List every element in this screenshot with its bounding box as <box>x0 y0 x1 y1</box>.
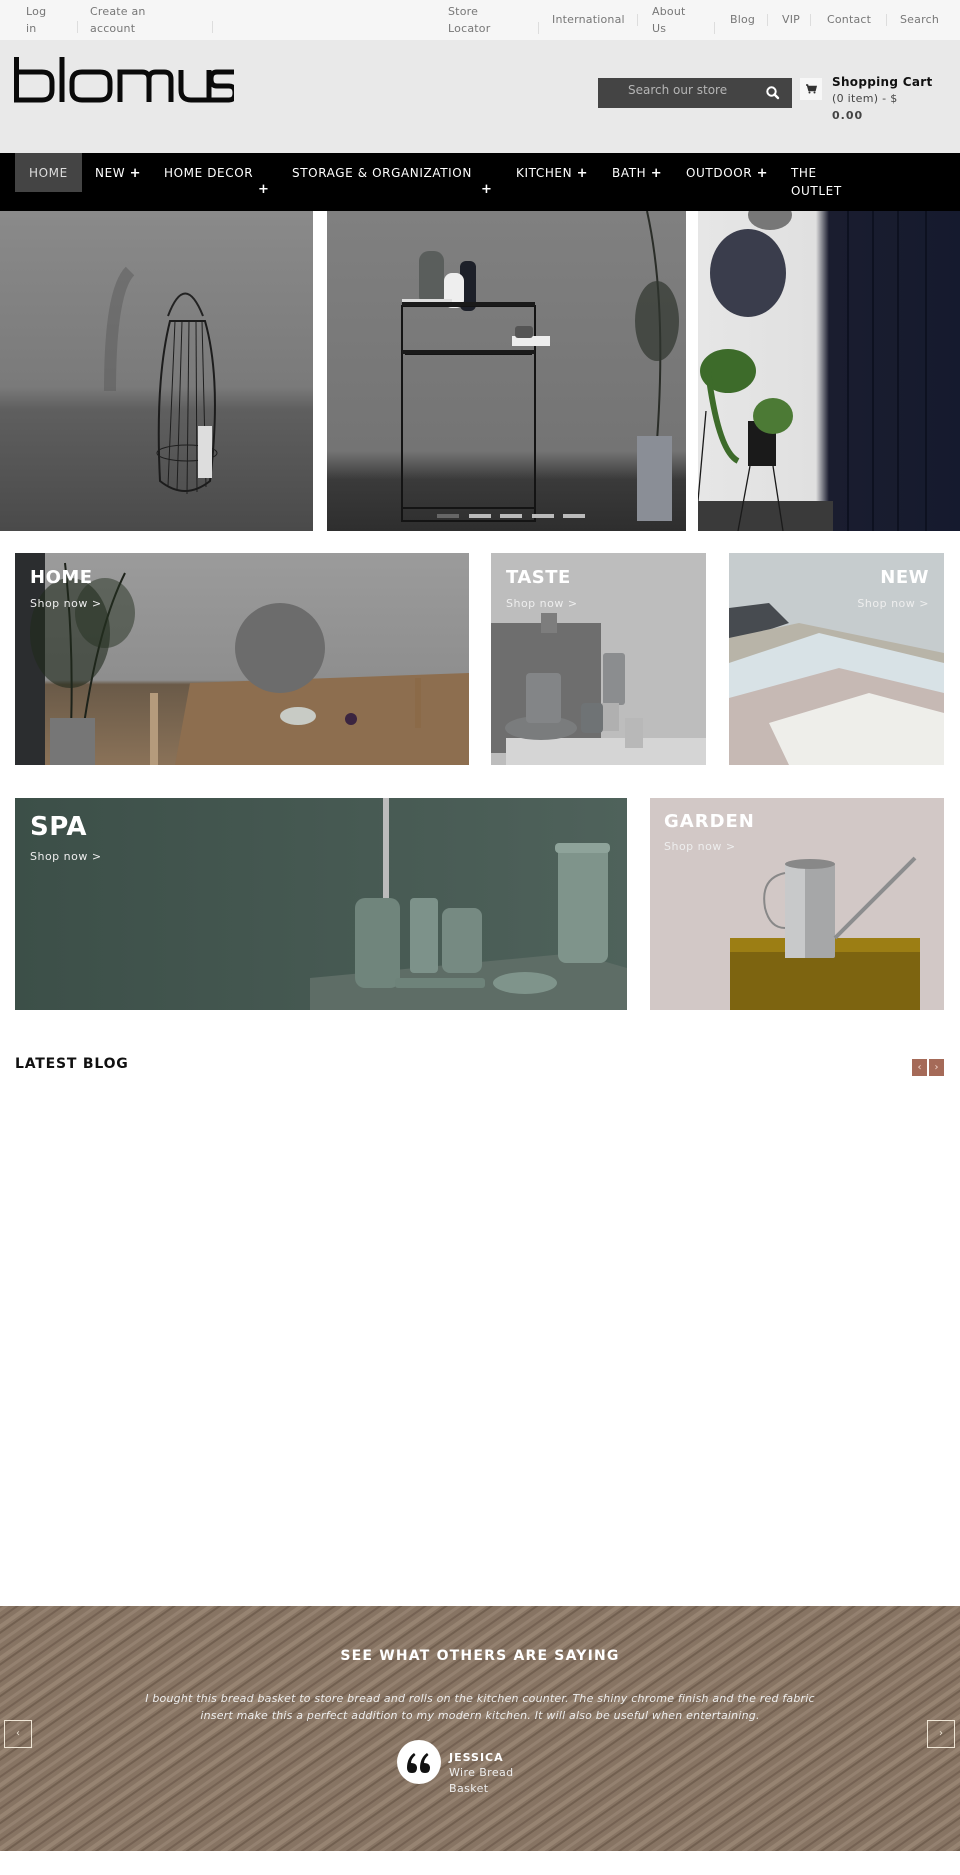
nav-label: BATH <box>612 166 647 180</box>
shop-now-link[interactable]: Shop now > <box>506 597 578 610</box>
divider <box>714 22 715 34</box>
create-account-link[interactable]: Create an account <box>90 3 170 37</box>
nav-label: THE <box>791 166 817 180</box>
avatar <box>397 1740 441 1784</box>
banner-title: GARDEN <box>664 811 755 832</box>
banner-home[interactable]: HOME Shop now > <box>15 553 469 765</box>
site-header: Shopping Cart (0 item) - $ 0.00 <box>0 40 960 153</box>
vip-link[interactable]: VIP <box>782 11 800 28</box>
wood-texture-background <box>0 1606 960 1851</box>
plant-illustration <box>698 211 927 531</box>
nav-item-home[interactable]: HOME <box>15 153 82 192</box>
nav-item-outdoor[interactable]: OUTDOOR + <box>686 164 768 183</box>
cart-count: (0 item) - $ <box>832 92 898 105</box>
nav-item-the-outlet[interactable]: THE OUTLET <box>791 164 842 200</box>
plus-icon[interactable]: + <box>481 182 492 197</box>
slider-dot-2[interactable] <box>469 514 491 518</box>
blog-prev-button[interactable]: ‹ <box>912 1059 927 1076</box>
login-link[interactable]: Log in <box>26 3 56 37</box>
nav-label: STORAGE & ORGANIZATION <box>292 166 472 180</box>
blog-next-button[interactable]: › <box>929 1059 944 1076</box>
banner-title: TASTE <box>506 567 571 588</box>
cart-total: 0.00 <box>832 109 864 122</box>
hero-image-lantern <box>0 211 313 531</box>
hero-image-console-table <box>327 211 686 531</box>
cart-title[interactable]: Shopping Cart <box>832 75 933 89</box>
divider <box>810 14 811 26</box>
plus-icon[interactable]: + <box>258 182 269 197</box>
banner-title: HOME <box>30 567 93 588</box>
latest-blog-heading: LATEST BLOG <box>15 1056 129 1072</box>
blomus-logo[interactable] <box>14 55 234 105</box>
cart-icon <box>806 84 818 94</box>
testimonial-next-button[interactable]: › <box>927 1720 955 1748</box>
main-nav: HOME NEW + HOME DECOR + STORAGE & ORGANI… <box>0 153 960 211</box>
about-us-link[interactable]: About Us <box>652 3 696 37</box>
slider-dot-1[interactable] <box>437 514 459 518</box>
testimonial-section: SEE WHAT OTHERS ARE SAYING I bought this… <box>0 1606 960 1851</box>
plus-icon: + <box>129 166 142 181</box>
plus-icon: + <box>756 166 769 181</box>
banner-new[interactable]: NEW Shop now > <box>729 553 944 765</box>
testimonial-heading: SEE WHAT OTHERS ARE SAYING <box>340 1648 620 1664</box>
shop-now-link[interactable]: Shop now > <box>30 597 102 610</box>
nav-label: OUTDOOR <box>686 166 753 180</box>
international-link[interactable]: International <box>552 11 625 28</box>
banner-garden[interactable]: GARDEN Shop now > <box>650 798 944 1010</box>
top-bar: Log in Create an account Store Locator I… <box>0 0 960 40</box>
plus-icon: + <box>576 166 589 181</box>
banner-title: NEW <box>880 567 929 588</box>
hero-image-plant-stand <box>698 211 960 531</box>
store-locator-link[interactable]: Store Locator <box>448 3 508 37</box>
testimonial-quote: I bought this bread basket to store brea… <box>145 1692 815 1722</box>
slider-dot-4[interactable] <box>532 514 554 518</box>
divider <box>886 14 887 26</box>
nav-label: KITCHEN <box>516 166 573 180</box>
nav-item-kitchen[interactable]: KITCHEN + <box>516 164 588 183</box>
shop-now-link[interactable]: Shop now > <box>664 840 736 853</box>
cart-button[interactable] <box>800 78 822 100</box>
quote-icon <box>407 1753 430 1773</box>
plus-icon: + <box>650 166 663 181</box>
cart-summary: (0 item) - $ 0.00 <box>832 90 942 124</box>
testimonial-prev-button[interactable]: ‹ <box>4 1720 32 1748</box>
divider <box>77 21 78 33</box>
divider <box>212 21 213 33</box>
shop-now-link[interactable]: Shop now > <box>857 597 929 610</box>
nav-item-bath[interactable]: BATH + <box>612 164 662 183</box>
divider <box>538 22 539 34</box>
lantern-illustration <box>104 266 218 495</box>
nav-item-new[interactable]: NEW + <box>95 164 141 183</box>
banner-title: SPA <box>30 812 88 842</box>
search-input[interactable] <box>598 78 758 108</box>
testimonial-author: JESSICA <box>449 1751 504 1764</box>
search-icon[interactable] <box>764 84 782 102</box>
console-illustration <box>401 211 679 522</box>
nav-label: OUTLET <box>791 184 842 198</box>
divider <box>767 14 768 26</box>
divider <box>637 14 638 26</box>
nav-label: HOME DECOR <box>164 166 254 180</box>
banner-spa[interactable]: SPA Shop now > <box>15 798 627 1010</box>
nav-label: NEW <box>95 166 126 180</box>
slider-dot-5[interactable] <box>563 514 585 518</box>
slider-dot-3[interactable] <box>500 514 522 518</box>
hero-slider[interactable] <box>0 211 960 531</box>
search-link[interactable]: Search <box>900 11 939 28</box>
banner-taste[interactable]: TASTE Shop now > <box>491 553 706 765</box>
contact-link[interactable]: Contact <box>827 11 871 28</box>
spa-banner-image <box>310 798 627 1010</box>
nav-item-storage-organization[interactable]: STORAGE & ORGANIZATION <box>292 164 472 182</box>
blog-link[interactable]: Blog <box>730 11 755 28</box>
nav-item-home-decor[interactable]: HOME DECOR <box>164 164 253 182</box>
shop-now-link[interactable]: Shop now > <box>30 850 102 863</box>
search-box <box>598 78 792 108</box>
testimonial-product[interactable]: Wire Bread Basket <box>449 1765 529 1797</box>
